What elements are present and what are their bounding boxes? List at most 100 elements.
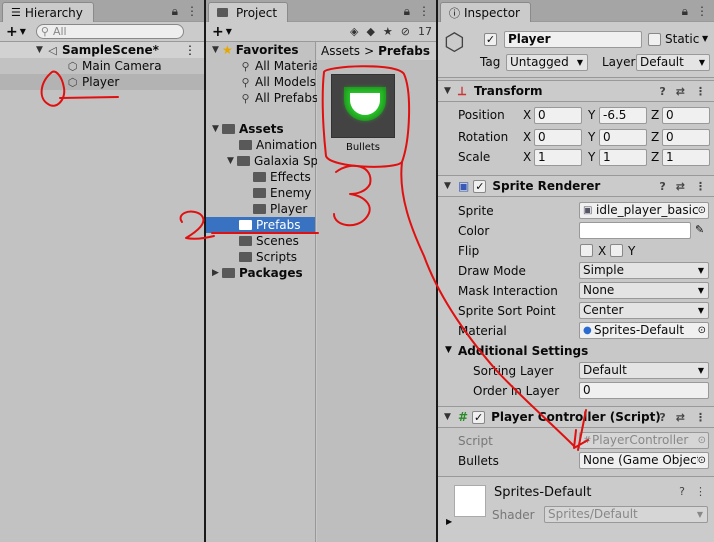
scale-x-field[interactable]: 1	[534, 149, 582, 166]
label-tag-icon[interactable]: ◆	[366, 25, 374, 38]
chevron-down-icon[interactable]: ▼	[20, 27, 26, 36]
additional-settings-label[interactable]: Additional Settings	[458, 344, 588, 358]
menu-icon[interactable]: ⋮	[418, 4, 430, 19]
collapse-arrow-icon[interactable]: ▶	[212, 268, 222, 278]
object-picker-icon[interactable]: ⊙	[697, 453, 706, 468]
sorting-layer-dropdown[interactable]: Default	[579, 362, 709, 379]
menu-icon[interactable]: ⋮	[184, 43, 196, 57]
hidden-eye-icon[interactable]: ⊘	[401, 25, 410, 38]
position-z-field[interactable]: 0	[662, 107, 710, 124]
help-icon[interactable]: ?	[659, 85, 665, 98]
preset-icon[interactable]: ⇄	[676, 85, 685, 98]
menu-icon[interactable]: ⋮	[186, 4, 198, 19]
object-picker-icon[interactable]: ⊙	[698, 323, 706, 338]
folder-item[interactable]: Effects	[253, 169, 311, 185]
scene-row[interactable]: ▼ ◁ SampleScene* ⋮	[0, 42, 204, 58]
menu-icon[interactable]: ⋮	[695, 180, 706, 193]
folder-item[interactable]: Scenes	[239, 233, 299, 249]
static-dropdown-icon[interactable]: ▼	[702, 34, 708, 43]
mask-interaction-dropdown[interactable]: None	[579, 282, 709, 299]
rotation-y-field[interactable]: 0	[599, 129, 647, 146]
folder-item[interactable]: Animation	[239, 137, 317, 153]
expand-arrow-icon[interactable]: ▼	[212, 124, 222, 134]
transform-axis-icon: ⟂	[458, 83, 467, 98]
menu-icon[interactable]: ⋮	[695, 485, 706, 498]
tab-hierarchy[interactable]: ☰ Hierarchy	[2, 2, 94, 22]
object-picker-icon[interactable]: ⊙	[698, 203, 706, 218]
search-by-type-icon[interactable]: ◈	[350, 25, 358, 38]
tab-inspector[interactable]: ⓘ Inspector	[440, 2, 531, 22]
eyedropper-icon[interactable]: ✎	[695, 223, 704, 236]
folder-item[interactable]: Player	[253, 201, 307, 217]
preset-icon[interactable]: ⇄	[676, 411, 685, 424]
breadcrumb-prefabs[interactable]: Prefabs	[378, 44, 430, 58]
menu-icon[interactable]: ⋮	[695, 411, 706, 424]
help-icon[interactable]: ?	[659, 180, 665, 193]
sprite-renderer-header[interactable]: ▼ ▣ ✓ Sprite Renderer ? ⇄ ⋮	[438, 175, 714, 197]
chevron-down-icon[interactable]: ▼	[226, 27, 232, 36]
script-file-icon: #	[583, 435, 592, 446]
packages-row[interactable]: ▶ Packages	[212, 265, 303, 281]
player-controller-enabled-checkbox[interactable]: ✓	[472, 410, 486, 424]
object-name-field[interactable]: Player	[504, 31, 642, 48]
tab-inspector-label: Inspector	[464, 5, 520, 20]
folder-item[interactable]: Scripts	[239, 249, 297, 265]
favorite-item[interactable]: ⚲ All Materia	[239, 58, 319, 74]
expand-arrow-icon[interactable]: ▼	[212, 45, 222, 55]
order-in-layer-field[interactable]: 0	[579, 382, 709, 399]
active-checkbox[interactable]: ✓	[484, 33, 497, 46]
player-controller-header[interactable]: ▼ # ✓ Player Controller (Script) ? ⇄ ⋮	[438, 406, 714, 428]
help-icon[interactable]: ?	[659, 411, 665, 424]
scale-y-field[interactable]: 1	[599, 149, 647, 166]
scale-z-field[interactable]: 1	[662, 149, 710, 166]
tab-project[interactable]: Project	[208, 2, 289, 22]
lock-icon[interactable]: 🔒︎	[172, 4, 178, 19]
folder-item-prefabs-selected[interactable]: Prefabs	[206, 217, 315, 233]
expand-arrow-icon[interactable]: ▼	[36, 45, 46, 55]
rotation-z-field[interactable]: 0	[662, 129, 710, 146]
hierarchy-item-main-camera[interactable]: ⬡ Main Camera	[66, 58, 162, 74]
lock-icon[interactable]: 🔒︎	[682, 4, 688, 19]
star-icon[interactable]: ★	[383, 25, 393, 38]
hierarchy-search-input[interactable]: ⚲ All	[35, 24, 184, 39]
expand-arrow-icon[interactable]: ▼	[227, 156, 237, 166]
color-swatch[interactable]	[579, 222, 691, 239]
sprite-field[interactable]: ▣ idle_player_basic ⊙	[579, 202, 709, 219]
flip-y-checkbox[interactable]	[610, 244, 623, 257]
hierarchy-item-player[interactable]: ⬡ Player	[0, 74, 204, 90]
asset-tile-bullets[interactable]: Bullets	[331, 74, 395, 153]
assets-row[interactable]: ▼ Assets	[212, 121, 284, 137]
material-field[interactable]: ● Sprites-Default ⊙	[579, 322, 709, 339]
position-x-field[interactable]: 0	[534, 107, 582, 124]
draw-mode-dropdown[interactable]: Simple	[579, 262, 709, 279]
static-checkbox[interactable]	[648, 33, 661, 46]
expand-arrow-icon[interactable]: ▼	[444, 412, 454, 422]
breadcrumb-assets[interactable]: Assets	[321, 44, 360, 58]
sort-point-dropdown[interactable]: Center	[579, 302, 709, 319]
favorites-row[interactable]: ▼ ★ Favorites	[212, 42, 298, 58]
menu-icon[interactable]: ⋮	[696, 4, 708, 19]
preset-icon[interactable]: ⇄	[676, 180, 685, 193]
expand-arrow-icon[interactable]: ▼	[444, 181, 454, 191]
bullets-field[interactable]: None (Game Object) ⊙	[579, 452, 709, 469]
layer-dropdown[interactable]: Default	[636, 54, 710, 71]
position-y-field[interactable]: -6.5	[599, 107, 647, 124]
lock-icon[interactable]: 🔒︎	[404, 4, 410, 19]
favorite-item[interactable]: ⚲ All Prefabs	[239, 90, 318, 106]
favorite-item[interactable]: ⚲ All Models	[239, 74, 316, 90]
transform-header[interactable]: ▼ ⟂ Transform ? ⇄ ⋮	[438, 80, 714, 102]
collapse-arrow-icon[interactable]: ▶	[446, 517, 452, 526]
tag-dropdown[interactable]: Untagged	[506, 54, 588, 71]
add-button[interactable]: +	[212, 24, 224, 40]
axis-y-label: Y	[588, 130, 596, 144]
folder-item[interactable]: ▼ Galaxia Sp	[227, 153, 318, 169]
flip-x-checkbox[interactable]	[580, 244, 593, 257]
menu-icon[interactable]: ⋮	[695, 85, 706, 98]
sprite-renderer-enabled-checkbox[interactable]: ✓	[473, 179, 487, 193]
folder-item[interactable]: Enemy	[253, 185, 311, 201]
expand-arrow-icon[interactable]: ▼	[444, 86, 454, 96]
rotation-x-field[interactable]: 0	[534, 129, 582, 146]
add-button[interactable]: +	[6, 24, 18, 40]
expand-arrow-icon[interactable]: ▼	[445, 345, 452, 355]
help-icon[interactable]: ?	[679, 485, 685, 498]
